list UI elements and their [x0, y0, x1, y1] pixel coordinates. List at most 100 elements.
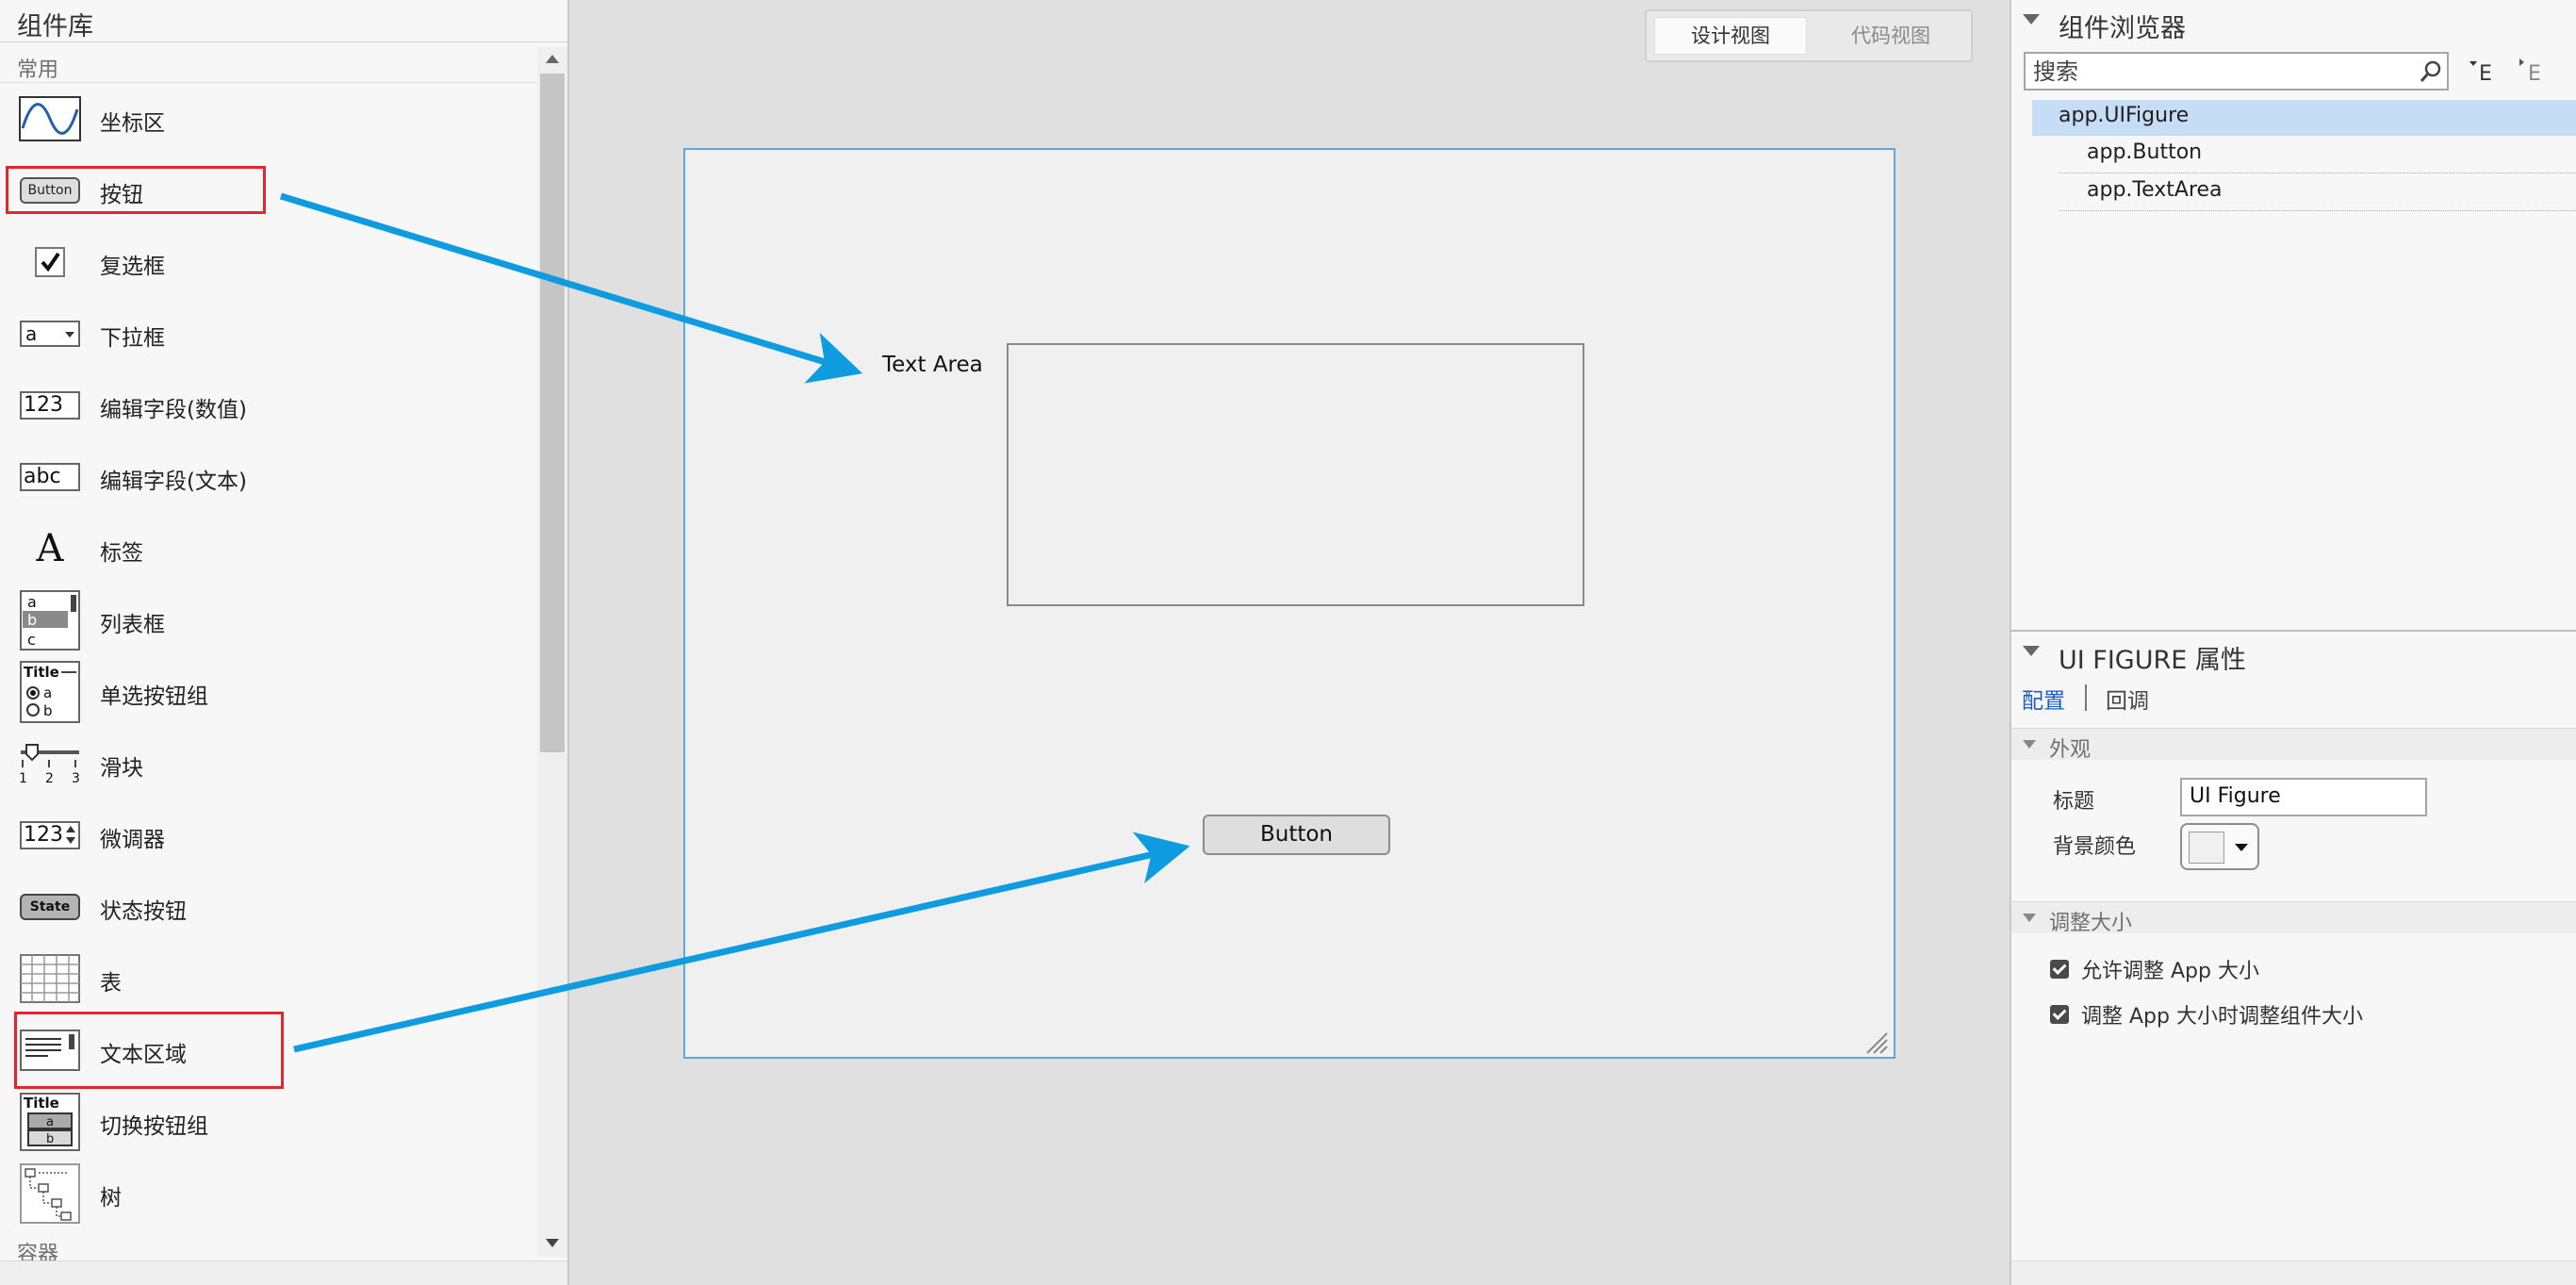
- collapse-caret-icon[interactable]: [2023, 14, 2040, 25]
- tab-code-view[interactable]: 代码视图: [1814, 17, 1967, 55]
- listbox-icon: abc: [19, 590, 81, 651]
- svg-text:b: b: [46, 1132, 54, 1146]
- svg-text:c: c: [27, 631, 36, 649]
- library-item-axes[interactable]: 坐标区: [0, 83, 535, 155]
- library-item-dropdown[interactable]: a 下拉框: [0, 298, 535, 370]
- library-item-checkbox[interactable]: 复选框: [0, 226, 535, 298]
- label-icon-text: A: [36, 527, 64, 570]
- bgcolor-property-label: 背景颜色: [2053, 835, 2137, 859]
- library-item-radio-group[interactable]: Title a b 单选按钮组: [0, 656, 535, 728]
- library-item-text-field[interactable]: abc 编辑字段(文本): [0, 441, 535, 513]
- library-item-label: 单选按钮组: [100, 684, 208, 709]
- collapse-all-icon[interactable]: E: [2517, 57, 2547, 85]
- title-property-label: 标题: [2053, 790, 2095, 814]
- chevron-up-icon: [66, 826, 75, 832]
- library-item-label: 表: [100, 971, 122, 996]
- text-field-icon: abc: [19, 451, 81, 503]
- tree-node-uifigure[interactable]: app.UIFigure: [2059, 104, 2189, 127]
- library-item-label: 状态按钮: [100, 899, 187, 924]
- collapse-caret-icon[interactable]: [2023, 740, 2036, 749]
- collapse-caret-icon[interactable]: [2023, 646, 2040, 656]
- tab-design-view[interactable]: 设计视图: [1654, 17, 1807, 55]
- panel-title: 组件浏览器: [2059, 14, 2186, 43]
- allow-resize-checkbox[interactable]: [2050, 960, 2069, 979]
- text-field-icon-text: abc: [20, 463, 80, 491]
- tree-node-textarea[interactable]: app.TextArea: [2087, 178, 2223, 202]
- dropdown-icon: a: [19, 307, 81, 360]
- properties-panel: UI FIGURE 属性 配置 回调 外观 标题 UI Figure 背景颜色 …: [2010, 630, 2576, 1285]
- resize-grip-icon[interactable]: [1862, 1028, 1890, 1054]
- library-item-tree[interactable]: 树: [0, 1158, 535, 1229]
- library-item-state-button[interactable]: State 状态按钮: [0, 871, 535, 943]
- library-item-label: 列表框: [100, 613, 165, 637]
- bgcolor-picker[interactable]: [2180, 823, 2259, 870]
- panel-title: UI FIGURE 属性: [2059, 646, 2246, 675]
- section-appearance[interactable]: 外观: [2011, 728, 2576, 762]
- section-resize[interactable]: 调整大小: [2011, 901, 2576, 935]
- dropdown-icon-text: a: [25, 322, 38, 345]
- library-item-label: 树: [100, 1186, 122, 1211]
- checkbox-icon: [19, 236, 81, 288]
- scrollbar-thumb[interactable]: [540, 74, 565, 752]
- library-item-listbox[interactable]: abc 列表框: [0, 585, 535, 656]
- chevron-down-icon: [66, 837, 75, 844]
- chevron-down-icon[interactable]: [2235, 844, 2248, 851]
- library-horizontal-scrollbar[interactable]: [0, 1260, 567, 1285]
- library-scrollbar[interactable]: [537, 47, 567, 1257]
- spinner-icon: 123: [19, 809, 81, 862]
- section-title: 外观: [2049, 738, 2092, 762]
- canvas-button[interactable]: Button: [1203, 815, 1390, 855]
- state-button-icon-text: State: [20, 894, 80, 920]
- library-item-slider[interactable]: 1 2 3 滑块: [0, 728, 535, 799]
- search-box[interactable]: [2024, 52, 2449, 91]
- svg-text:b: b: [43, 702, 53, 719]
- collapse-caret-icon[interactable]: [2023, 914, 2036, 922]
- scroll-up-icon[interactable]: [546, 55, 559, 63]
- library-item-table[interactable]: 表: [0, 943, 535, 1014]
- expand-all-icon[interactable]: E: [2468, 57, 2498, 85]
- tree-node-button[interactable]: app.Button: [2087, 140, 2202, 164]
- svg-text:1: 1: [19, 771, 27, 784]
- chevron-down-icon: [65, 332, 74, 338]
- library-item-label: 切换按钮组: [100, 1114, 208, 1139]
- resize-children-checkbox[interactable]: [2050, 1005, 2069, 1024]
- text-area-label[interactable]: Text Area: [882, 353, 983, 377]
- checkbox-label: 调整 App 大小时调整组件大小: [2081, 1005, 2363, 1029]
- library-item-label-component[interactable]: A 标签: [0, 513, 535, 585]
- highlight-box-text-area: [14, 1012, 284, 1089]
- divider: [0, 41, 567, 42]
- library-item-label: 坐标区: [100, 111, 165, 136]
- section-header-common[interactable]: 常用: [17, 53, 58, 83]
- axes-icon: [19, 92, 81, 145]
- toggle-group-icon: Title a b: [19, 1093, 81, 1151]
- library-item-toggle-group[interactable]: Title a b 切换按钮组: [0, 1086, 535, 1158]
- highlight-box-button: [6, 166, 266, 214]
- library-item-label: 编辑字段(文本): [100, 470, 247, 494]
- library-item-spinner[interactable]: 123 微调器: [0, 799, 535, 871]
- title-field[interactable]: UI Figure: [2180, 778, 2427, 816]
- scroll-down-icon[interactable]: [546, 1239, 559, 1247]
- tab-callbacks[interactable]: 回调: [2106, 683, 2149, 715]
- library-item-label: 滑块: [100, 756, 143, 781]
- tab-separator: [2085, 684, 2087, 711]
- panel-title: 组件库: [17, 12, 93, 41]
- library-item-label: 复选框: [100, 255, 165, 279]
- library-item-label: 微调器: [100, 828, 165, 852]
- library-item-numeric-field[interactable]: 123 编辑字段(数值): [0, 370, 535, 441]
- divider: [2059, 210, 2576, 211]
- text-area-component[interactable]: [1007, 343, 1584, 606]
- checkbox-label: 允许调整 App 大小: [2081, 960, 2259, 983]
- tab-config[interactable]: 配置: [2022, 683, 2065, 715]
- radio-group-icon: Title a b: [19, 661, 81, 723]
- search-icon[interactable]: [2420, 60, 2442, 83]
- numeric-field-icon: 123: [19, 379, 81, 432]
- table-icon: [19, 952, 81, 1005]
- right-horizontal-scrollbar[interactable]: [2011, 1260, 2576, 1285]
- library-item-label: 编辑字段(数值): [100, 398, 247, 422]
- svg-text:E: E: [2528, 62, 2541, 85]
- search-input[interactable]: [2033, 58, 2391, 86]
- spinner-icon-text: 123: [24, 823, 63, 847]
- svg-text:b: b: [27, 611, 37, 629]
- svg-text:E: E: [2479, 62, 2492, 85]
- view-toggle: 设计视图 代码视图: [1645, 9, 1973, 62]
